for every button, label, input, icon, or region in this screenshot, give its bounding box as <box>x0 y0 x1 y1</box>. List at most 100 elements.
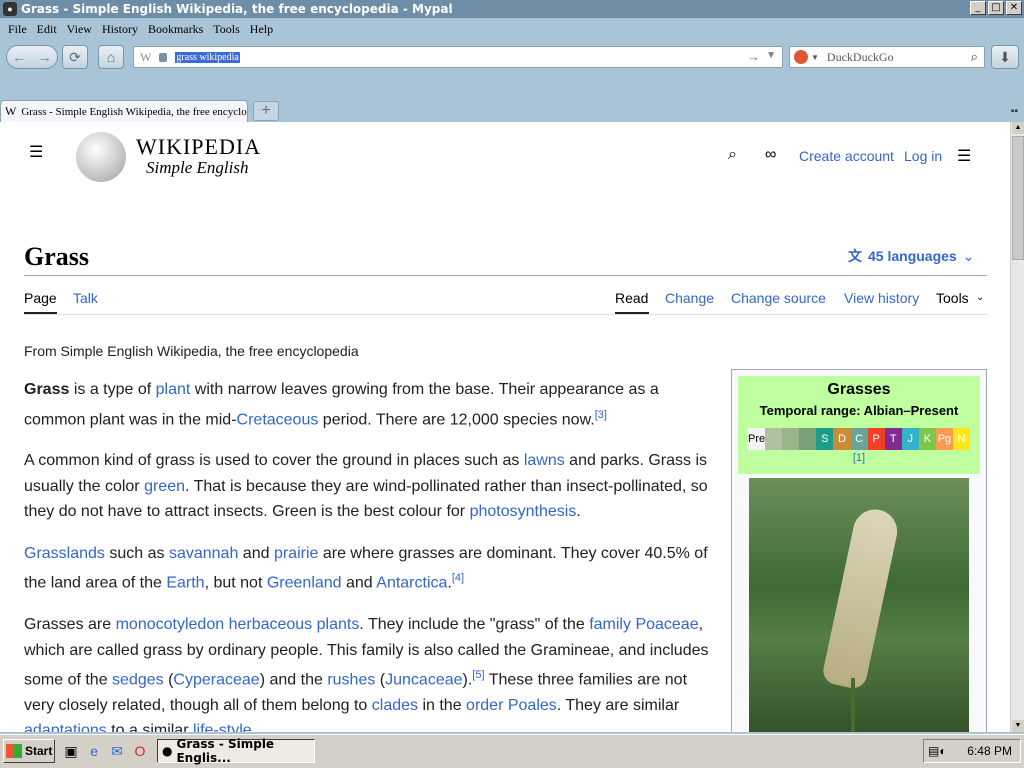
grass-photo[interactable] <box>749 478 969 732</box>
start-button[interactable]: Start <box>3 739 55 763</box>
lock-icon <box>159 52 168 62</box>
taskbar: Start ▣ e ✉ O ● Grass - Simple Englis...… <box>0 734 1024 768</box>
desktop-icon[interactable]: ▣ <box>62 742 80 760</box>
grass-seed-head <box>820 505 902 691</box>
mypal-app-icon: ● <box>162 744 173 758</box>
scrollbar-thumb[interactable] <box>1012 136 1024 260</box>
timeline-period: N <box>952 428 971 450</box>
menu-bookmarks[interactable]: Bookmarks <box>148 22 203 37</box>
timeline-period: P <box>867 428 885 450</box>
grass-stalk <box>851 678 855 732</box>
menu-view[interactable]: View <box>67 22 92 37</box>
search-icon[interactable]: ⌕ <box>728 146 737 164</box>
timeline-period: Pg <box>935 428 953 450</box>
taskbar-item-label: Grass - Simple Englis... <box>176 737 275 765</box>
scroll-down-icon[interactable]: ▼ <box>1012 720 1024 732</box>
menu-history[interactable]: History <box>102 22 138 37</box>
tab-page[interactable]: Page <box>24 290 57 306</box>
menu-help[interactable]: Help <box>250 22 273 37</box>
minimize-button[interactable]: _ <box>970 1 986 15</box>
login-link[interactable]: Log in <box>904 148 942 164</box>
chevron-down-icon: ⌄ <box>962 247 975 264</box>
user-menu-icon[interactable]: ☰ <box>957 146 971 166</box>
reload-icon[interactable]: ⟳ <box>62 45 88 69</box>
tab-talk[interactable]: Talk <box>73 290 98 306</box>
outlook-icon[interactable]: ✉ <box>108 742 126 760</box>
timeline-period <box>782 428 800 450</box>
menu-tools[interactable]: Tools <box>213 22 240 37</box>
tab-label: Grass - Simple English Wikipedia, the fr… <box>21 105 247 118</box>
home-icon[interactable]: ⌂ <box>98 45 124 69</box>
tray-icons[interactable]: ▤◐ <box>928 744 947 758</box>
taskbar-item-mypal[interactable]: ● Grass - Simple Englis... <box>157 737 315 765</box>
opera-icon[interactable]: O <box>131 742 149 760</box>
tab-change[interactable]: Change <box>665 290 714 306</box>
list-all-tabs-icon[interactable]: ▪▪ <box>1011 106 1018 117</box>
search-icon[interactable]: ⌕ <box>971 49 978 65</box>
infobox-title: Grasses <box>827 381 891 398</box>
ie-icon[interactable]: e <box>85 742 103 760</box>
timeline-period: C <box>850 428 868 450</box>
language-icon: 文 <box>848 248 862 264</box>
article-paragraph: Grass is a type of plant with narrow lea… <box>24 381 659 428</box>
search-input[interactable]: DuckDuckGo <box>827 50 894 65</box>
tab-tools[interactable]: Tools <box>936 290 969 306</box>
vertical-scrollbar[interactable]: ▲ ▼ <box>1010 122 1024 732</box>
site-subtitle: From Simple English Wikipedia, the free … <box>24 343 359 359</box>
article-paragraph: A common kind of grass is used to cover … <box>24 452 708 521</box>
close-button[interactable]: ✕ <box>1006 1 1022 15</box>
languages-button[interactable]: 文 45 languages ⌄ <box>848 246 974 266</box>
tab-read[interactable]: Read <box>615 290 648 306</box>
search-engine-dropdown-icon[interactable]: ▼ <box>811 53 819 62</box>
timeline-period: D <box>833 428 851 450</box>
forward-arrow-icon[interactable]: → <box>32 46 57 68</box>
back-arrow-icon[interactable]: ← <box>7 46 32 68</box>
timeline-period <box>765 428 783 450</box>
url-text[interactable]: grass wikipedia <box>175 51 240 63</box>
languages-label: 45 languages <box>868 248 957 264</box>
read-tab-underline <box>615 312 649 314</box>
tab-view-history[interactable]: View history <box>844 290 919 306</box>
wikipedia-favicon-icon: W <box>5 104 17 118</box>
timeline-period: S <box>816 428 834 450</box>
timeline-period: J <box>901 428 919 450</box>
appearance-icon[interactable]: ∞ <box>765 146 776 164</box>
wikipedia-globe-logo[interactable] <box>76 132 126 182</box>
search-bar[interactable]: ▼ DuckDuckGo ⌕ <box>789 46 985 68</box>
article-paragraph: Grasslands such as savannah and prairie … <box>24 544 708 592</box>
geologic-timeline: Pre S D C P T J K Pg N <box>748 428 971 450</box>
new-tab-button[interactable]: + <box>253 101 279 121</box>
tab-change-source[interactable]: Change source <box>731 290 826 306</box>
duckduckgo-icon[interactable] <box>794 50 808 64</box>
timeline-period <box>799 428 817 450</box>
chevron-down-icon[interactable]: ▼ <box>766 50 776 61</box>
title-divider <box>24 275 987 276</box>
url-bar[interactable]: W grass wikipedia → ▼ <box>133 46 783 68</box>
go-arrow-icon[interactable]: → <box>747 49 760 64</box>
article-body: Grass is a type of plant with narrow lea… <box>24 377 719 732</box>
menu-file[interactable]: File <box>8 22 27 37</box>
wikipedia-wordmark[interactable]: WIKIPEDIA <box>136 134 261 160</box>
menu-edit[interactable]: Edit <box>37 22 57 37</box>
tools-dropdown-icon[interactable]: ⌄ <box>976 292 984 303</box>
infobox-reference[interactable]: [1] <box>738 452 980 464</box>
main-menu-icon[interactable]: ☰ <box>29 142 51 164</box>
clock[interactable]: 6:48 PM <box>967 744 1012 758</box>
site-identity-icon[interactable]: W <box>140 50 151 65</box>
timeline-period: Pre <box>748 428 766 450</box>
mypal-app-icon: ● <box>3 2 17 16</box>
infobox-temporal-range: Temporal range: Albian–Present <box>759 403 959 418</box>
timeline-period: T <box>884 428 902 450</box>
page-title: Grass <box>24 242 89 271</box>
start-label: Start <box>25 744 53 758</box>
tabs-divider <box>24 314 987 315</box>
scroll-up-icon[interactable]: ▲ <box>1012 122 1024 134</box>
article-paragraph: Grasses are monocotyledon herbaceous pla… <box>24 616 709 732</box>
download-icon[interactable]: ⬇ <box>991 45 1019 69</box>
tab-grass[interactable]: W Grass - Simple English Wikipedia, the … <box>0 100 248 122</box>
maximize-button[interactable]: □ <box>988 1 1004 15</box>
window-title: Grass - Simple English Wikipedia, the fr… <box>21 2 453 16</box>
infobox-header: Grasses Temporal range: Albian–Present P… <box>738 376 980 474</box>
windows-flag-icon <box>6 744 22 758</box>
create-account-link[interactable]: Create account <box>799 148 894 164</box>
